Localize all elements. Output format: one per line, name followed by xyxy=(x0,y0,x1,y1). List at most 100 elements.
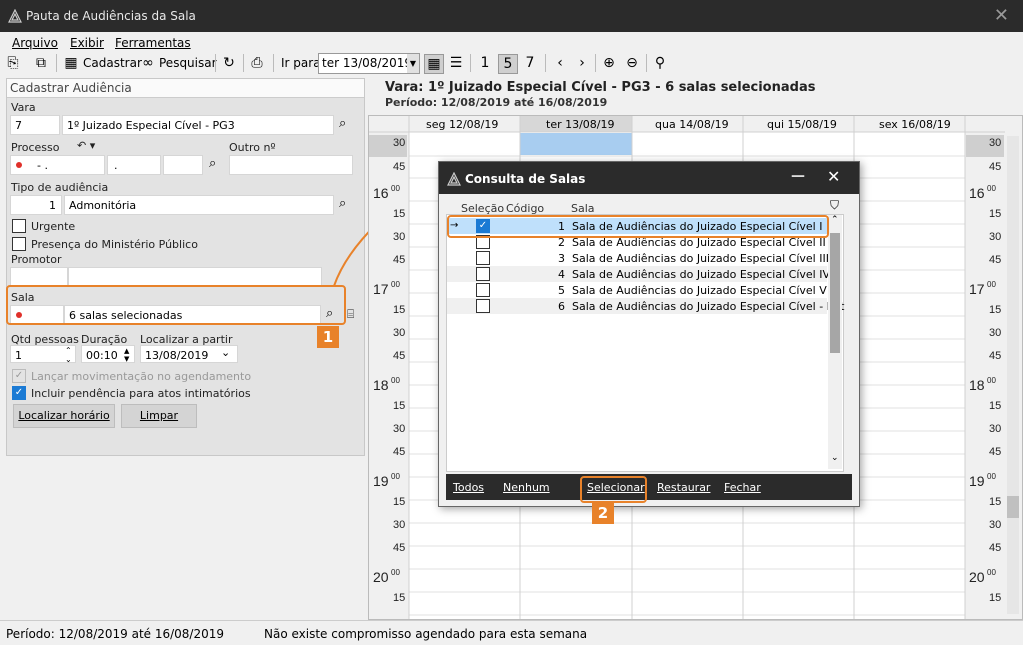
close-icon[interactable]: ✕ xyxy=(994,5,1009,26)
refresh-icon[interactable]: ↻ xyxy=(220,54,238,72)
todos-button[interactable]: Todos xyxy=(453,481,484,494)
search-icon[interactable]: ⌕ xyxy=(339,116,346,131)
svg-text:18: 18 xyxy=(969,377,985,393)
day-header[interactable]: ter 13/08/19 xyxy=(546,118,615,131)
pesquisar-button[interactable]: Pesquisar xyxy=(159,56,217,70)
svg-text:30: 30 xyxy=(989,327,1001,339)
chevron-down-icon[interactable]: ⌄ xyxy=(831,453,839,463)
zoom-out-icon[interactable]: ⊖ xyxy=(623,54,641,72)
processo-field-3[interactable] xyxy=(163,155,203,175)
report-icon[interactable]: ⎘ xyxy=(4,54,22,72)
day-view-icon[interactable]: 1 xyxy=(476,54,494,72)
menu-ferramentas[interactable]: Ferramentas xyxy=(115,36,191,50)
row-checkbox[interactable] xyxy=(476,299,490,313)
svg-text:15: 15 xyxy=(393,208,405,220)
table-row[interactable]: 6 Sala de Audiências do Juizado Especial… xyxy=(447,298,844,314)
svg-text:15: 15 xyxy=(989,592,1001,604)
svg-text:16: 16 xyxy=(969,185,985,201)
dialog-title: Consulta de Salas xyxy=(465,172,586,186)
binoculars-icon[interactable]: ∞ xyxy=(139,54,157,72)
filter-icon[interactable]: ⚲ xyxy=(651,54,669,72)
lancar-checkbox: ✓ xyxy=(12,369,26,383)
svg-text:20: 20 xyxy=(969,569,985,585)
svg-text:00: 00 xyxy=(987,568,996,577)
incluir-label: Incluir pendência para atos intimatórios xyxy=(31,387,251,400)
lancar-label: Lançar movimentação no agendamento xyxy=(31,370,252,383)
menu-exibir[interactable]: Exibir xyxy=(70,36,104,50)
copy-icon[interactable]: ⧉ xyxy=(32,54,50,72)
minimize-icon[interactable]: — xyxy=(791,168,805,184)
limpar-button[interactable]: Limpar xyxy=(121,404,197,428)
workweek-view-icon[interactable]: 5 xyxy=(498,54,518,74)
highlight-row xyxy=(447,215,829,238)
table-row[interactable]: 5 Sala de Audiências do Juizado Especial… xyxy=(447,282,827,298)
processo-field-2[interactable]: . xyxy=(107,155,161,175)
undo-icon[interactable]: ↶ ▾ xyxy=(77,139,95,152)
calendar-add-icon[interactable]: ▦ xyxy=(62,54,80,72)
close-icon[interactable]: ✕ xyxy=(827,167,840,186)
promotor-code-field[interactable] xyxy=(10,267,68,287)
qtd-stepper[interactable]: 1 ⌃ ⌄ xyxy=(10,345,76,364)
nenhum-button[interactable]: Nenhum xyxy=(503,481,550,494)
promotor-name-field[interactable] xyxy=(68,267,322,287)
localizar-date-field[interactable]: 13/08/2019 ⌄ xyxy=(140,345,238,363)
chevron-down-icon: ⌄ xyxy=(221,346,231,359)
table-row[interactable]: 3 Sala de Audiências do Juizado Especial… xyxy=(447,250,829,266)
cadastrar-button[interactable]: Cadastrar xyxy=(83,56,142,70)
vara-label: Vara xyxy=(11,101,36,114)
status-bar: Período: 12/08/2019 até 16/08/2019 Não e… xyxy=(0,620,1023,645)
chevron-left-icon[interactable]: ‹ xyxy=(551,54,569,72)
svg-text:18: 18 xyxy=(373,377,389,393)
day-header[interactable]: qui 15/08/19 xyxy=(767,118,837,131)
date-picker[interactable]: ter 13/08/2019 ▼ xyxy=(318,53,420,74)
urgente-checkbox[interactable] xyxy=(12,219,26,233)
fullweek-view-icon[interactable]: 7 xyxy=(521,54,539,72)
table-row[interactable]: 4 Sala de Audiências do Juizado Especial… xyxy=(447,266,830,282)
restaurar-button[interactable]: Restaurar xyxy=(657,481,710,494)
tipo-name-field[interactable]: Admonitória xyxy=(64,195,334,215)
menu-arquivo[interactable]: Arquivo xyxy=(12,36,58,50)
svg-text:30: 30 xyxy=(393,231,405,243)
search-icon[interactable]: ⌕ xyxy=(209,156,216,171)
required-indicator xyxy=(16,162,22,168)
clear-filter-icon[interactable]: ⌸ xyxy=(347,307,354,322)
print-icon[interactable]: ⎙ xyxy=(248,54,266,72)
week-view-icon[interactable]: ▦ xyxy=(424,54,444,74)
day-header[interactable]: seg 12/08/19 xyxy=(426,118,498,131)
highlight-sala xyxy=(6,285,346,325)
duracao-stepper[interactable]: 00:10 ▲ ▼ xyxy=(81,345,135,363)
svg-text:00: 00 xyxy=(391,280,400,289)
dialog-title-bar: Consulta de Salas — ✕ xyxy=(439,162,859,194)
incluir-checkbox[interactable]: ✓ xyxy=(12,386,26,400)
vara-name-field[interactable]: 1º Juizado Especial Cível - PG3 xyxy=(62,115,334,135)
chevron-right-icon[interactable]: › xyxy=(573,54,591,72)
chevron-up-icon[interactable]: ⌃ xyxy=(831,215,839,225)
svg-text:45: 45 xyxy=(989,161,1001,173)
scrollbar[interactable]: ⌃ ⌄ xyxy=(828,215,842,469)
list-view-icon[interactable]: ☰ xyxy=(447,54,465,72)
svg-text:30: 30 xyxy=(989,423,1001,435)
row-checkbox[interactable] xyxy=(476,283,490,297)
day-header[interactable]: qua 14/08/19 xyxy=(655,118,729,131)
title-bar: Pauta de Audiências da Sala ✕ xyxy=(0,0,1023,32)
chevron-down-icon[interactable]: ▼ xyxy=(407,54,419,73)
scroll-thumb[interactable] xyxy=(830,233,840,353)
window-title: Pauta de Audiências da Sala xyxy=(26,9,196,23)
svg-text:00: 00 xyxy=(987,184,996,193)
day-header[interactable]: sex 16/08/19 xyxy=(879,118,951,131)
filter-icon[interactable]: ⛉ xyxy=(830,198,839,213)
fechar-button[interactable]: Fechar xyxy=(724,481,761,494)
annotation-badge-2: 2 xyxy=(592,502,614,524)
localizar-horario-button[interactable]: Localizar horário xyxy=(13,404,115,428)
presenca-checkbox[interactable] xyxy=(12,237,26,251)
processo-field-1[interactable]: - . xyxy=(10,155,105,175)
svg-text:00: 00 xyxy=(987,376,996,385)
svg-text:15: 15 xyxy=(989,208,1001,220)
row-checkbox[interactable] xyxy=(476,251,490,265)
svg-text:30: 30 xyxy=(989,519,1001,531)
vara-code-field[interactable]: 7 xyxy=(10,115,60,135)
tipo-code-field[interactable]: 1 xyxy=(10,195,62,215)
zoom-in-icon[interactable]: ⊕ xyxy=(600,54,618,72)
svg-text:17: 17 xyxy=(373,281,389,297)
row-checkbox[interactable] xyxy=(476,267,490,281)
